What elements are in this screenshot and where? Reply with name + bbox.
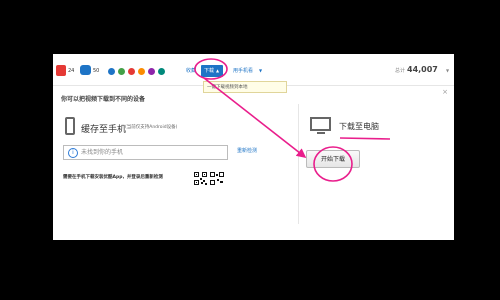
share-renren-icon[interactable]	[138, 68, 145, 75]
like-count: 24	[68, 68, 75, 74]
caret-up-icon: ▲	[216, 68, 220, 73]
computer-monitor-icon	[310, 117, 331, 131]
thumbs-up-icon[interactable]	[56, 65, 66, 76]
app-install-note: 需要在手机下载安装优酷App，并登录后重新检测	[63, 175, 163, 180]
share-douban-icon[interactable]	[148, 68, 155, 75]
phone-watch-button[interactable]: 用手机看	[233, 67, 253, 75]
info-icon: i	[68, 148, 78, 158]
dialog-title: 你可以把视频下载到不同的设备	[61, 96, 146, 103]
fav-button[interactable]: 收藏	[186, 67, 196, 75]
pc-section-title: 下载至电脑	[339, 122, 379, 131]
share-qzone-icon[interactable]	[108, 68, 115, 75]
phone-section-subtitle: (当前仅支持Android设备)	[125, 125, 178, 130]
total-count: 44,007	[407, 65, 438, 74]
phone-device-field[interactable]: i 未找到你的手机	[63, 145, 228, 160]
start-download-button[interactable]: 开始下载	[306, 150, 360, 168]
screenshot-frame: 24 50 收藏 下载 ▲ 用手机看 ▼ 总计 44,007 ▼ 你可以把视频下…	[53, 54, 454, 240]
phone-device-placeholder: 未找到你的手机	[81, 149, 124, 156]
qr-code-icon	[194, 172, 207, 185]
chevron-down-icon[interactable]: ▼	[446, 67, 449, 75]
close-icon[interactable]: ×	[442, 88, 448, 96]
download-label: 下载	[204, 68, 215, 74]
section-divider	[298, 104, 299, 224]
total-label: 总计	[395, 68, 406, 74]
mobile-phone-icon	[65, 117, 75, 135]
chevron-down-icon: ▼	[259, 68, 263, 73]
comment-count: 50	[93, 68, 100, 74]
share-more-icon[interactable]	[158, 68, 165, 75]
phone-section-title: 缓存至手机	[81, 125, 127, 135]
download-dropdown[interactable]: 下载 ▲	[201, 65, 223, 77]
share-weibo-icon[interactable]	[128, 68, 135, 75]
share-wechat-icon[interactable]	[118, 68, 125, 75]
redetect-link[interactable]: 重新检测	[237, 147, 257, 154]
qr-code-icon	[210, 172, 224, 185]
download-tooltip: 一键下载视频到本地	[203, 81, 287, 93]
download-dialog: 你可以把视频下载到不同的设备 × 缓存至手机 (当前仅支持Android设备) …	[53, 85, 454, 240]
comment-icon[interactable]	[80, 65, 91, 75]
monitor-stand	[317, 132, 325, 134]
